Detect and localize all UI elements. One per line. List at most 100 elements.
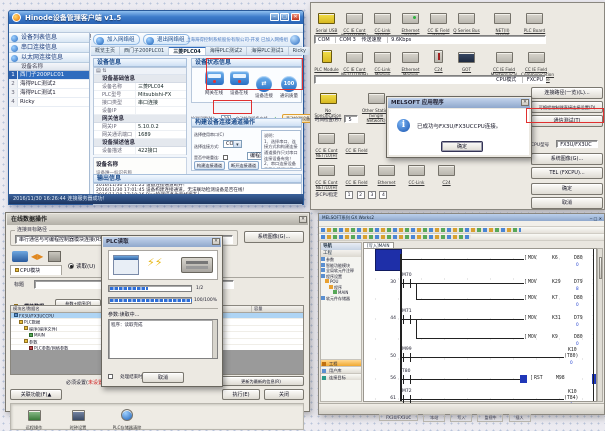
cpu-slot-1[interactable]: 1 [345,191,353,199]
result-listbox[interactable]: 程序：读取完成 [108,319,218,359]
net2-ccie-cont[interactable]: CC IE Cont NET/10(H) [313,161,340,191]
pcif-plc-board[interactable]: PLC Board [521,9,548,34]
sidebar-group-serial[interactable]: 串口连接信息 [9,43,89,53]
property-row[interactable]: 设备描述422接口 [94,147,186,155]
tab-device-4[interactable]: 海得PLC测试1 [247,47,288,55]
speed-value[interactable]: 9.6Kbps [387,37,411,43]
device-info-header: 设备信息 [93,58,187,67]
communication-test-button[interactable]: 通信测试(T) [531,115,603,127]
direct-connection-button[interactable]: 可编程控制器直接连接设置(D) [531,101,603,113]
remote-operation-item[interactable]: 远程操作 [19,406,49,431]
plcif-cclink[interactable]: CC-Link Module [369,48,396,78]
toolbar-icons[interactable] [321,228,521,232]
net1-ccie-cont[interactable]: CC IE Cont NET/10(H) [313,129,340,159]
radio-read[interactable] [68,263,74,269]
net1-ccie-field[interactable]: CC IE Field [343,129,370,154]
device-row[interactable]: 2海得PLC测试2 [9,80,89,89]
nav-tree-item[interactable]: 软元件存储器 [321,296,361,302]
maximize-button[interactable]: □ [280,13,289,21]
exit-network-button[interactable]: 退出网络组 [143,34,190,45]
property-group[interactable]: 设备描述信息 [94,139,186,147]
property-row[interactable]: 设备名称三菱PLC04 [94,83,186,91]
refresh-info-button[interactable]: 更新为最新的信息(R) [218,376,304,386]
plcif-plc-module[interactable]: PLC Module [313,48,340,73]
scrollbar-thumb[interactable] [599,257,602,279]
property-row[interactable]: 网关通讯端口1689 [94,131,186,139]
device-row[interactable]: 4Ricky [9,98,89,107]
ladder-cursor-cell[interactable] [375,249,402,271]
toolbar-row-2[interactable] [319,234,604,241]
property-group[interactable]: 设备基础信息 [94,75,186,83]
plcif-ethernet[interactable]: Ethernet Module [397,48,424,78]
cpu-slot-4[interactable]: 4 [379,191,387,199]
tab-cpu-module[interactable]: CPU模块 [10,265,62,275]
tab-overview[interactable]: 概览主页 [91,47,120,55]
break-channel-button[interactable]: 断开连接通道 [228,161,259,170]
device-row[interactable]: 1西门子200PLC01 [9,71,89,80]
vertical-scrollbar[interactable] [597,248,603,402]
system-image-button[interactable]: 系统图像(G)... [531,153,603,165]
close-dialog-button[interactable]: 关闭 [264,389,304,400]
relay-checkbox[interactable] [223,155,228,160]
plc-memory-clear-item[interactable]: PLC存储器清除 [107,406,147,431]
join-network-button[interactable]: 加入网络组 [93,34,140,45]
property-row[interactable]: 设备IP [94,107,186,115]
net2-cclink[interactable]: CC-Link [403,161,430,186]
navigation-subheader[interactable]: 工程 [321,250,361,257]
plcif-c24[interactable]: C24 [425,48,452,73]
dialog-titlebar[interactable]: MELSOFT 应用程序 [388,98,530,108]
property-row[interactable]: PLC型号Mitsubishi-FX [94,91,186,99]
net2-ccie-field[interactable]: CC IE Field [343,161,370,186]
net2-c24[interactable]: C24 [433,161,460,186]
dialog-close-button[interactable]: ✕ [521,99,529,106]
toolbar-row-1[interactable] [319,227,604,234]
tab-device-5[interactable]: Ricky [289,47,311,55]
device-row[interactable]: 3海得PLC测试1 [9,89,89,98]
cancel-read-button[interactable]: 取消 [142,372,184,383]
connection-path-button[interactable]: 连接路径(一览)(L)... [531,87,603,99]
close-button[interactable]: ✕ [299,216,307,223]
build-channel-button[interactable]: 构建连接通道 [194,161,225,170]
execute-button[interactable]: 执行(E) [222,389,260,400]
system-image-button[interactable]: 系统图像(G)... [244,231,304,243]
tab-device-3[interactable]: 海得PLC测试2 [206,47,247,55]
auto-close-checkbox[interactable] [108,374,113,379]
property-grid-toolbar[interactable]: ▤ ⇅ [94,68,186,75]
dialog-titlebar[interactable]: PLC读取 [103,237,221,247]
clock-setting-item[interactable]: 时钟设置 [63,406,93,431]
ladder-editor[interactable]: [MOVK6D80] 0 30 M70 [MOVK29D79] 8 [MOVK7… [363,248,597,402]
tab-device-2-active[interactable]: 三菱PLC04 [169,47,205,55]
listbox-scrollbar[interactable] [212,320,217,358]
time-check-value[interactable]: 5 [344,115,358,123]
pcif-serial-usb[interactable]: Serial USB [313,9,340,34]
related-functions-button[interactable]: 关联功能(F)▲ [10,389,62,400]
nav-button-project[interactable]: 工程 [321,359,361,366]
tel-button[interactable]: TEL (FXCPU)... [531,167,603,179]
titlebar[interactable]: Hinode设备管理客户端 v1.5 – □ ✕ [9,11,303,24]
property-row[interactable]: 接口类型串口连接 [94,99,186,107]
dialog-ok-button[interactable]: 确定 [441,141,483,152]
cpu-slot-3[interactable]: 3 [368,191,376,199]
dialog-close-button[interactable]: ✕ [212,238,220,245]
net2-ethernet[interactable]: Ethernet [373,161,400,186]
property-row[interactable]: 网关IP5.10.0.2 [94,123,186,131]
plcif-got[interactable]: GOT [453,48,480,73]
sidebar-group-ethernet[interactable]: 以太网连接信息 [9,53,89,63]
minimize-button[interactable]: – [270,13,279,21]
com-value[interactable]: COM 3 [335,37,356,43]
nav-button-connection[interactable]: 连接目标 [321,373,361,380]
cpu-slot-2[interactable]: 2 [357,191,365,199]
cancel-button[interactable]: 取消 [531,197,603,209]
property-group[interactable]: 网关信息 [94,115,186,123]
dialog-titlebar[interactable]: 在线数据操作 [7,214,308,225]
toolbar-icons[interactable] [321,235,471,239]
user-icon[interactable] [290,35,300,45]
port-combo[interactable]: COM3▾ [223,140,242,148]
titlebar[interactable]: MELSOFT系列 GX Works2 ─ □ ✕ [319,214,604,221]
nav-button-user-library[interactable]: 用户库 [321,366,361,373]
pcif-qbus[interactable]: Q Series Bus [453,9,480,34]
ok-button[interactable]: 确定 [531,183,603,195]
sidebar-group-devices[interactable]: 设备列表信息 [9,33,89,43]
tab-device-1[interactable]: 西门子200PLC01 [120,47,169,55]
close-button[interactable]: ✕ [291,13,300,21]
